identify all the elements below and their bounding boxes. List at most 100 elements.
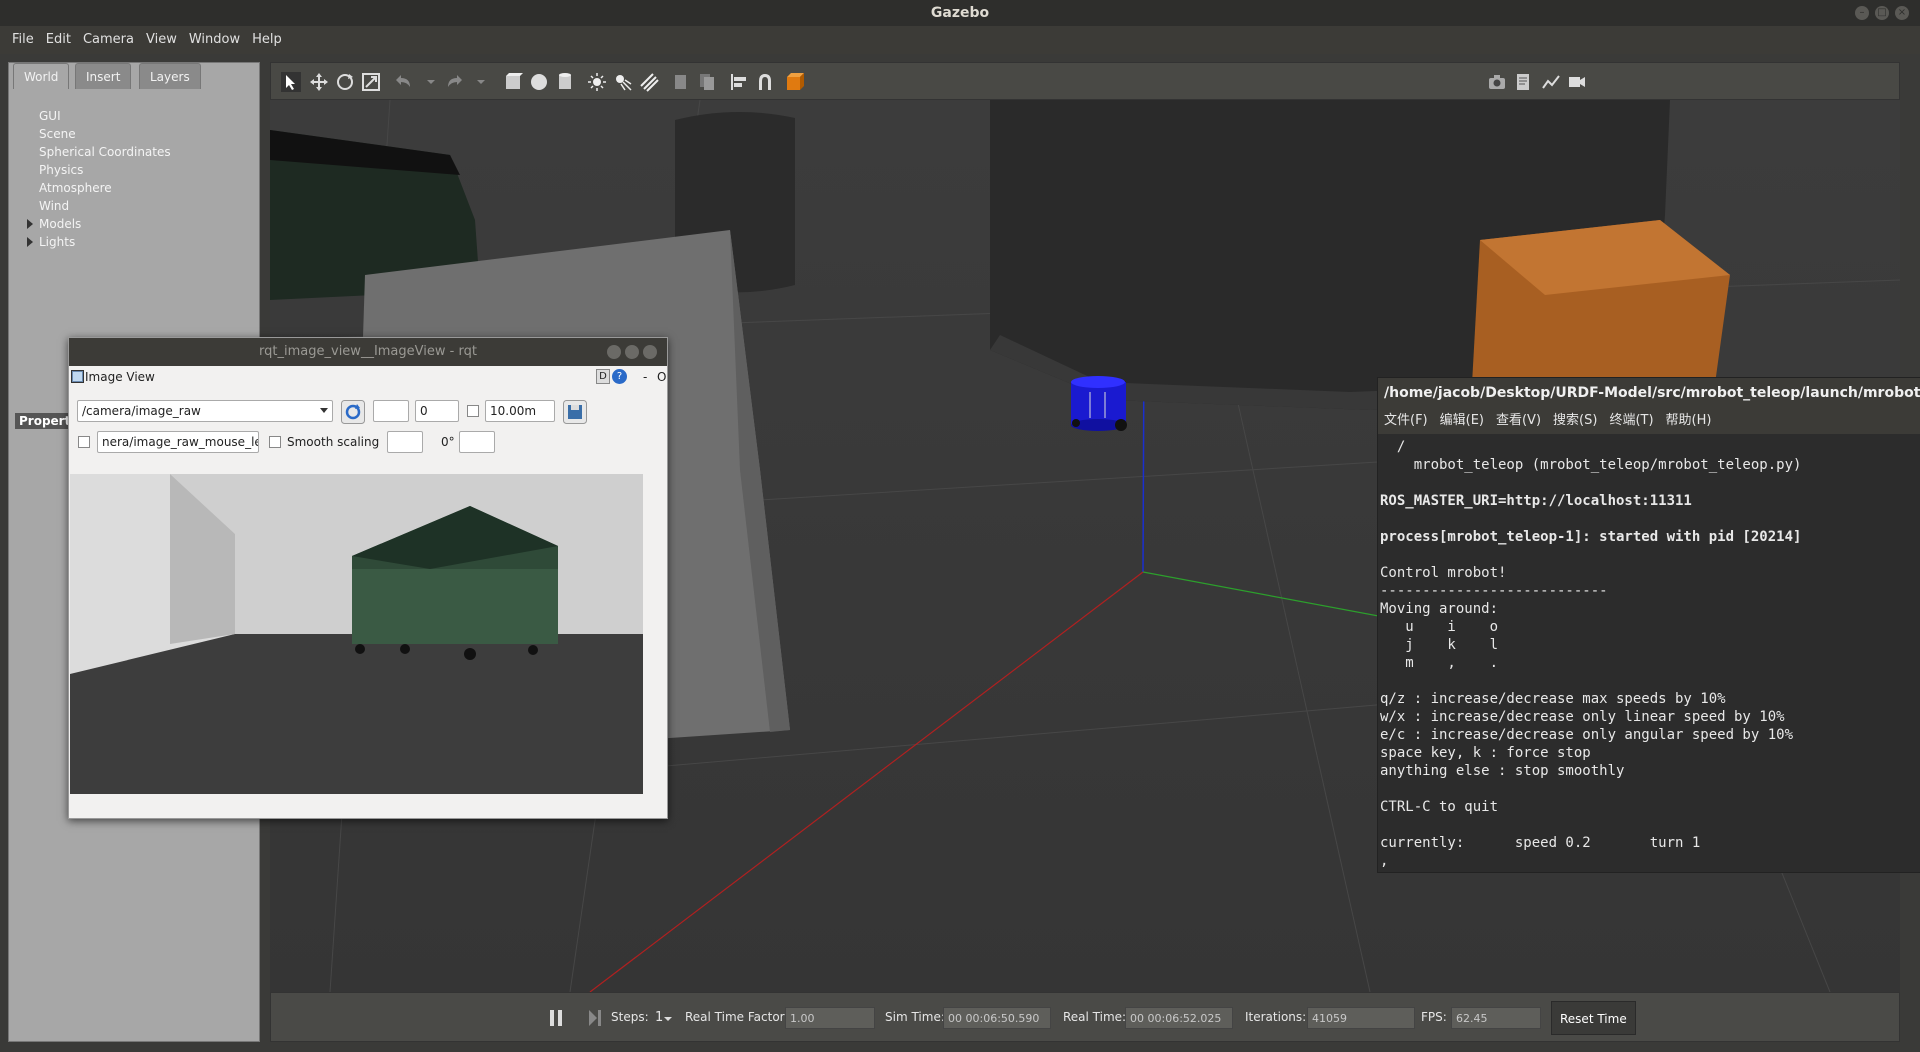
tree-item-physics[interactable]: Physics xyxy=(39,163,83,177)
terminal-menu-view[interactable]: 查看(V) xyxy=(1490,408,1547,434)
dropdown-arrow-icon[interactable] xyxy=(471,72,491,92)
sphere-icon[interactable] xyxy=(529,72,549,92)
box-icon[interactable] xyxy=(503,72,523,92)
terminal-line: / xyxy=(1380,439,1406,455)
rqt-close-button[interactable] xyxy=(643,345,657,359)
dock-button[interactable]: D xyxy=(596,369,610,384)
topic-select[interactable]: /camera/image_raw xyxy=(77,400,333,422)
rtf-label: Real Time Factor: xyxy=(685,1010,789,1024)
pause-icon[interactable] xyxy=(548,1009,564,1027)
terminal-line: --------------------------- xyxy=(1380,583,1608,599)
log-icon[interactable] xyxy=(1513,72,1533,92)
terminal-output[interactable]: / mrobot_teleop (mrobot_teleop/mrobot_te… xyxy=(1380,438,1920,868)
rqt-maximize-button[interactable] xyxy=(625,345,639,359)
mrobot-model[interactable] xyxy=(1071,376,1127,431)
fps-field: 62.45 xyxy=(1451,1007,1541,1029)
rotate-left-button[interactable] xyxy=(387,431,423,453)
maximize-button[interactable]: □ xyxy=(1875,6,1889,20)
align-icon[interactable] xyxy=(729,72,749,92)
tab-insert[interactable]: Insert xyxy=(75,63,132,89)
tree-item-models[interactable]: Models xyxy=(39,217,81,231)
rqt-window-title: rqt_image_view__ImageView - rqt xyxy=(259,344,477,359)
select-icon[interactable] xyxy=(281,72,301,92)
help-button[interactable]: ? xyxy=(612,369,627,384)
expand-arrow-icon[interactable] xyxy=(27,237,33,247)
scale-icon[interactable] xyxy=(361,72,381,92)
minimize-button[interactable]: – xyxy=(1855,6,1869,20)
terminal-title: /home/jacob/Desktop/URDF-Model/src/mrobo… xyxy=(1384,385,1920,401)
tree-item-lights[interactable]: Lights xyxy=(39,235,75,249)
terminal-title-bar[interactable]: /home/jacob/Desktop/URDF-Model/src/mrobo… xyxy=(1378,378,1920,408)
tree-item-gui[interactable]: GUI xyxy=(39,109,61,123)
smooth-scaling-checkbox[interactable] xyxy=(269,436,281,448)
steps-label: Steps: xyxy=(611,1010,649,1024)
save-image-icon[interactable] xyxy=(563,400,587,424)
terminal-line: CTRL-C to quit xyxy=(1380,799,1499,815)
menu-window[interactable]: Window xyxy=(183,26,246,54)
tab-layers[interactable]: Layers xyxy=(139,63,201,89)
rqt-minimize-button[interactable] xyxy=(607,345,621,359)
spot-light-icon[interactable] xyxy=(613,72,633,92)
undo-icon[interactable] xyxy=(393,72,413,92)
menu-view[interactable]: View xyxy=(140,26,183,54)
translate-icon[interactable] xyxy=(309,72,329,92)
menu-file[interactable]: File xyxy=(0,26,40,54)
terminal-menu-edit[interactable]: 编辑(E) xyxy=(1434,408,1490,434)
menu-camera[interactable]: Camera xyxy=(77,26,140,54)
snap-icon[interactable] xyxy=(755,72,775,92)
mouse-topic-input[interactable]: nera/image_raw_mouse_left xyxy=(97,431,259,453)
paste-icon[interactable] xyxy=(697,72,717,92)
rotation-label: 0° xyxy=(441,435,455,449)
mouse-topic-value: nera/image_raw_mouse_left xyxy=(102,435,259,449)
terminal-menu-file[interactable]: 文件(F) xyxy=(1378,408,1434,434)
terminal-line: j k l xyxy=(1380,637,1499,653)
terminal-menu-help[interactable]: 帮助(H) xyxy=(1660,408,1718,434)
rqt-title-bar[interactable]: rqt_image_view__ImageView - rqt xyxy=(69,338,667,366)
terminal-line: Moving around: xyxy=(1380,601,1499,617)
plugin-header: Image View D ? - O xyxy=(69,366,667,388)
tree-item-spherical-coordinates[interactable]: Spherical Coordinates xyxy=(39,145,171,159)
copy-icon[interactable] xyxy=(671,72,691,92)
chevron-down-icon[interactable] xyxy=(663,1015,673,1023)
tab-world[interactable]: World xyxy=(13,63,70,89)
terminal-menu-terminal[interactable]: 终端(T) xyxy=(1603,408,1659,434)
minimize-plugin-button[interactable]: - xyxy=(643,366,647,388)
menu-help[interactable]: Help xyxy=(246,26,288,54)
cylinder-icon[interactable] xyxy=(555,72,575,92)
rotate-icon[interactable] xyxy=(335,72,355,92)
iterations-label: Iterations: xyxy=(1245,1010,1307,1024)
terminal-line: m , . xyxy=(1380,655,1499,671)
topic-number-spinner[interactable]: 0 xyxy=(415,400,459,422)
reset-time-button[interactable]: Reset Time xyxy=(1551,1001,1636,1035)
rotate-right-button[interactable] xyxy=(459,431,495,453)
tree-item-wind[interactable]: Wind xyxy=(39,199,69,213)
zoom-field[interactable] xyxy=(373,400,409,422)
expand-arrow-icon[interactable] xyxy=(27,219,33,229)
menu-edit[interactable]: Edit xyxy=(40,26,77,54)
camera-image[interactable] xyxy=(70,474,643,794)
view-angle-icon[interactable] xyxy=(785,72,805,92)
screenshot-icon[interactable] xyxy=(1487,72,1507,92)
dynamic-range-checkbox[interactable] xyxy=(467,405,479,417)
close-plugin-button[interactable]: O xyxy=(657,366,666,388)
bottom-bar: Steps: 1 Real Time Factor: 1.00 Sim Time… xyxy=(270,992,1900,1042)
mouse-publish-checkbox[interactable] xyxy=(78,436,90,448)
step-icon[interactable] xyxy=(587,1009,603,1027)
tree-item-scene[interactable]: Scene xyxy=(39,127,76,141)
terminal-menu-search[interactable]: 搜索(S) xyxy=(1547,408,1603,434)
max-range-spinner[interactable]: 10.00m xyxy=(485,400,555,422)
tree-item-atmosphere[interactable]: Atmosphere xyxy=(39,181,112,195)
terminal-line: u i o xyxy=(1380,619,1499,635)
record-icon[interactable] xyxy=(1567,72,1587,92)
window-title-bar: Gazebo xyxy=(0,0,1920,26)
dropdown-arrow-icon[interactable] xyxy=(421,72,441,92)
point-light-icon[interactable] xyxy=(587,72,607,92)
plot-icon[interactable] xyxy=(1541,72,1561,92)
directional-light-icon[interactable] xyxy=(639,72,659,92)
close-button[interactable]: × xyxy=(1895,6,1909,20)
refresh-icon[interactable] xyxy=(341,400,365,424)
redo-icon[interactable] xyxy=(445,72,465,92)
rtf-field: 1.00 xyxy=(785,1007,875,1029)
